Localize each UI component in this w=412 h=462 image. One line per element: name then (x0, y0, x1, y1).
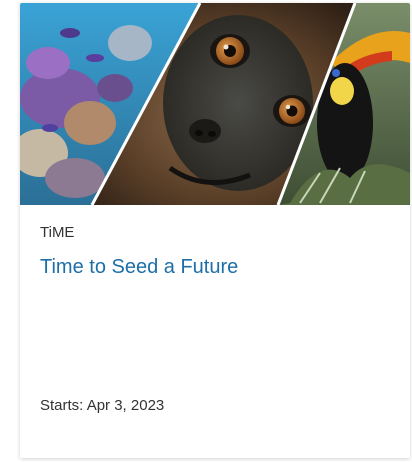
start-prefix: Starts: (40, 397, 84, 414)
course-card[interactable]: TiME Time to Seed a Future Starts: Apr 3… (20, 3, 410, 458)
course-title-link[interactable]: Time to Seed a Future (40, 256, 238, 279)
course-start-date: Starts: Apr 3, 2023 (40, 397, 164, 414)
course-hero-image[interactable] (20, 3, 410, 205)
hero-collage (20, 3, 410, 205)
start-date-value: Apr 3, 2023 (86, 397, 165, 414)
course-organization: TiME (40, 224, 75, 241)
